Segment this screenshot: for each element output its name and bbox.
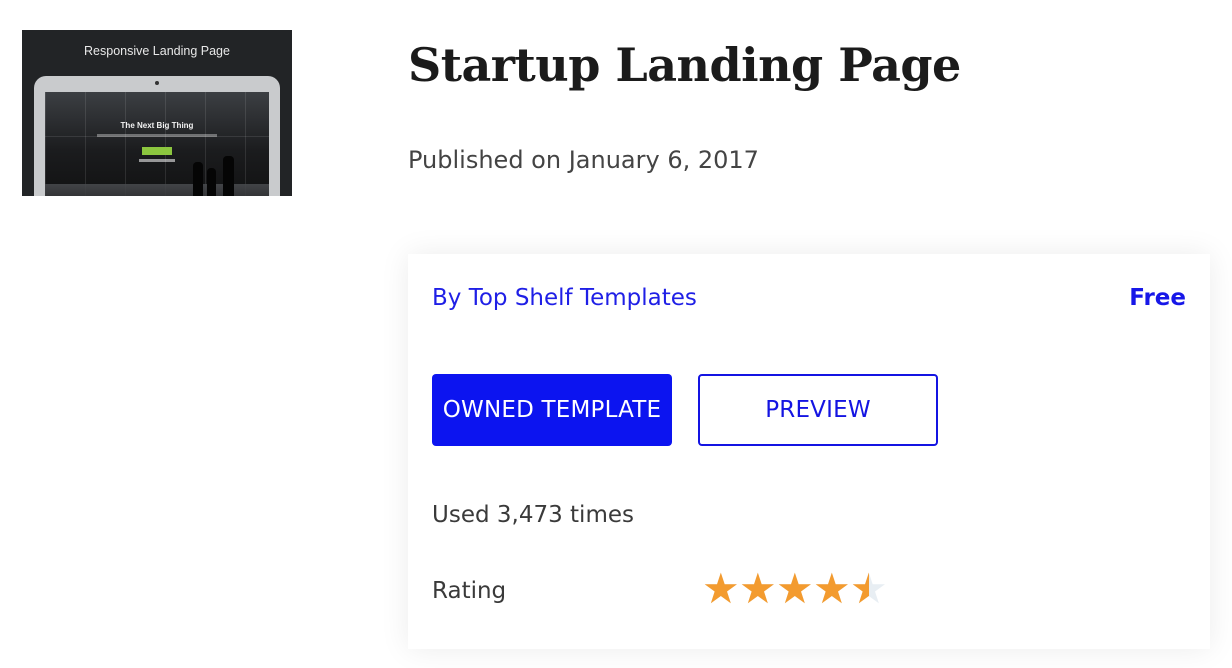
star-icon: ★ ★ bbox=[813, 564, 851, 613]
preview-button[interactable]: PREVIEW bbox=[698, 374, 938, 446]
laptop-screen: The Next Big Thing bbox=[45, 92, 269, 196]
screen-cta-subtext bbox=[139, 159, 175, 162]
screen-cta-button bbox=[142, 147, 172, 155]
laptop-camera bbox=[155, 81, 159, 85]
person-silhouette bbox=[223, 156, 234, 196]
star-icon: ★ ★ bbox=[850, 564, 888, 613]
template-thumbnail[interactable]: Responsive Landing Page The Next Big Thi… bbox=[22, 30, 292, 196]
star-rating: ★ ★ ★ ★ ★ ★ ★ ★ ★ ★ bbox=[702, 564, 888, 613]
published-date: Published on January 6, 2017 bbox=[408, 146, 759, 174]
template-info-card: By Top Shelf Templates Free OWNED TEMPLA… bbox=[408, 254, 1210, 649]
star-icon: ★ ★ bbox=[702, 564, 740, 613]
price-label: Free bbox=[1129, 285, 1186, 311]
person-silhouette bbox=[193, 162, 203, 196]
star-icon: ★ ★ bbox=[776, 564, 814, 613]
usage-count: Used 3,473 times bbox=[432, 502, 634, 528]
thumbnail-heading: Responsive Landing Page bbox=[84, 44, 230, 58]
city-skyline bbox=[45, 184, 269, 196]
laptop-mockup: The Next Big Thing bbox=[34, 76, 280, 196]
author-link[interactable]: By Top Shelf Templates bbox=[432, 285, 697, 311]
window-grid bbox=[45, 92, 269, 196]
screen-title: The Next Big Thing bbox=[120, 121, 194, 130]
person-silhouette bbox=[207, 168, 216, 196]
screen-subtitle-bar bbox=[97, 134, 217, 137]
owned-template-button[interactable]: OWNED TEMPLATE bbox=[432, 374, 672, 446]
rating-label: Rating bbox=[432, 578, 507, 604]
star-icon: ★ ★ bbox=[739, 564, 777, 613]
page-title: Startup Landing Page bbox=[408, 38, 961, 92]
